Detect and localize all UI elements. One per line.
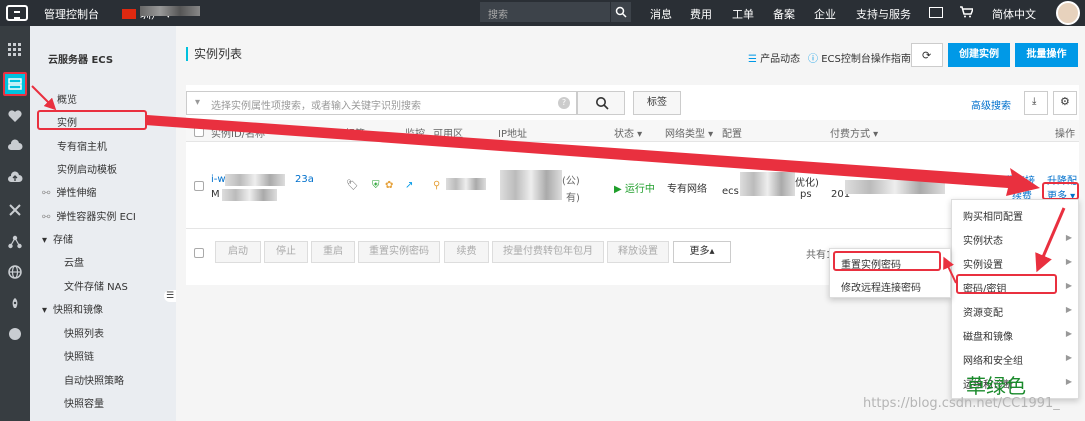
arrow-to-more <box>145 115 1040 196</box>
watermark-text: 草绿色 <box>966 374 1026 398</box>
arrow-to-password-key <box>1035 207 1066 273</box>
annotation-arrows <box>31 85 1066 284</box>
arrow-to-reset-password <box>943 256 957 284</box>
arrow-to-instances <box>31 85 57 111</box>
watermark-url: https://blog.csdn.net/CC1991_ <box>863 396 1060 411</box>
